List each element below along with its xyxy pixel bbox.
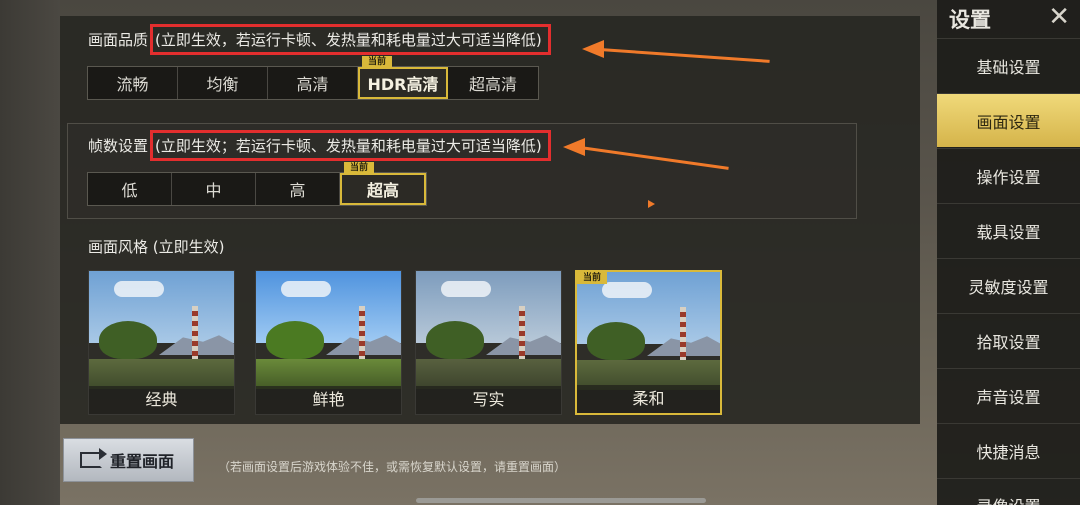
reset-hint: （若画面设置后游戏体验不佳，或需恢复默认设置，请重置画面） xyxy=(218,460,567,474)
preview-cloud xyxy=(602,282,652,298)
style-caption: 写实 xyxy=(416,386,561,414)
quality-label-row: 画面品质 (立即生效，若运行卡顿、发热量和耗电量过大可适当降低) xyxy=(88,24,551,55)
preview-ground xyxy=(416,359,561,389)
style-caption: 鲜艳 xyxy=(256,386,401,414)
current-badge: 当前 xyxy=(577,272,607,284)
sidebar-item-graphics[interactable]: 画面设置 xyxy=(937,93,1080,147)
scroll-indicator[interactable] xyxy=(416,498,706,503)
option-label: 超高 xyxy=(366,181,399,200)
reset-label: 重置画面 xyxy=(110,452,175,471)
settings-sidebar: 设置 ✕ 基础设置 画面设置 操作设置 载具设置 灵敏度设置 拾取设置 声音设置… xyxy=(937,0,1080,505)
option-label: 超高清 xyxy=(468,75,517,94)
sidebar-item-vehicle[interactable]: 载具设置 xyxy=(937,203,1080,257)
annotation-marker xyxy=(648,200,655,208)
style-caption: 经典 xyxy=(89,386,234,414)
option-label: 均衡 xyxy=(206,75,239,94)
option-label: 高清 xyxy=(296,75,329,94)
preview-tower xyxy=(680,307,686,365)
close-icon[interactable]: ✕ xyxy=(1048,2,1070,32)
sidebar-item-label: 灵敏度设置 xyxy=(968,277,1049,297)
style-title: 画面风格 (立即生效) xyxy=(88,238,225,256)
option-label: 高 xyxy=(289,181,306,200)
current-badge: 当前 xyxy=(344,162,374,174)
sidebar-item-sensitivity[interactable]: 灵敏度设置 xyxy=(937,258,1080,312)
style-caption: 柔和 xyxy=(577,385,720,413)
fps-option-medium[interactable]: 中 xyxy=(172,173,256,205)
preview-ground xyxy=(256,359,401,389)
style-option-realistic[interactable]: 写实 xyxy=(415,270,562,415)
fps-title: 帧数设置 xyxy=(88,137,149,155)
sidebar-item-label: 快捷消息 xyxy=(976,442,1041,462)
option-label: HDR高清 xyxy=(367,75,439,94)
sidebar-item-audio[interactable]: 声音设置 xyxy=(937,368,1080,422)
quality-note: (立即生效，若运行卡顿、发热量和耗电量过大可适当降低) xyxy=(150,24,551,55)
sidebar-item-pickup[interactable]: 拾取设置 xyxy=(937,313,1080,367)
preview-tree xyxy=(266,321,324,359)
quality-option-hdr[interactable]: 当前 HDR高清 xyxy=(358,56,448,99)
sidebar-item-controls[interactable]: 操作设置 xyxy=(937,148,1080,202)
style-option-classic[interactable]: 经典 xyxy=(88,270,235,415)
preview-tree xyxy=(587,322,645,360)
sidebar-item-label: 基础设置 xyxy=(976,57,1041,77)
fps-label-row: 帧数设置 (立即生效；若运行卡顿、发热量和耗电量过大可适当降低) xyxy=(88,130,551,161)
preview-ground xyxy=(89,359,234,389)
quality-option-hd[interactable]: 高清 xyxy=(268,67,358,99)
reset-icon xyxy=(80,448,107,468)
style-option-vivid[interactable]: 鲜艳 xyxy=(255,270,402,415)
sidebar-item-label: 画面设置 xyxy=(976,112,1041,132)
sidebar-item-label: 拾取设置 xyxy=(976,332,1041,352)
preview-tree xyxy=(426,321,484,359)
sidebar-item-basic[interactable]: 基础设置 xyxy=(937,38,1080,92)
sidebar-item-label: 录像设置 xyxy=(976,493,1040,505)
quality-title: 画面品质 xyxy=(88,31,149,49)
reset-graphics-button[interactable]: 重置画面 xyxy=(63,438,194,482)
preview-tree xyxy=(99,321,157,359)
preview-cloud xyxy=(114,281,164,297)
fps-option-low[interactable]: 低 xyxy=(88,173,172,205)
quality-option-balanced[interactable]: 均衡 xyxy=(178,67,268,99)
sidebar-item-label: 载具设置 xyxy=(976,222,1041,242)
sidebar-item-label: 操作设置 xyxy=(976,167,1041,187)
sidebar-title: 设置 xyxy=(949,8,991,32)
sidebar-item-quick-chat[interactable]: 快捷消息 xyxy=(937,423,1080,477)
quality-selector: 流畅 均衡 高清 当前 HDR高清 超高清 xyxy=(87,56,539,100)
sidebar-header: 设置 ✕ xyxy=(937,0,1080,38)
option-label: 低 xyxy=(121,181,138,200)
fps-selector: 低 中 高 当前 超高 xyxy=(87,162,427,206)
background-strip xyxy=(0,0,60,505)
option-label: 中 xyxy=(205,181,222,200)
preview-cloud xyxy=(281,281,331,297)
fps-option-high[interactable]: 高 xyxy=(256,173,340,205)
option-label: 流畅 xyxy=(116,75,149,94)
current-badge: 当前 xyxy=(362,56,392,68)
preview-cloud xyxy=(441,281,491,297)
quality-option-smooth[interactable]: 流畅 xyxy=(88,67,178,99)
fps-note: (立即生效；若运行卡顿、发热量和耗电量过大可适当降低) xyxy=(150,130,551,161)
preview-tower xyxy=(192,306,198,364)
style-option-soft[interactable]: 当前 柔和 xyxy=(575,270,722,415)
sidebar-item-label: 声音设置 xyxy=(976,387,1041,407)
quality-option-ultra[interactable]: 超高清 xyxy=(448,67,538,99)
preview-tower xyxy=(519,306,525,364)
fps-option-ultra[interactable]: 当前 超高 xyxy=(340,162,426,205)
preview-tower xyxy=(359,306,365,364)
sidebar-item-replay[interactable]: 录像设置 xyxy=(937,478,1080,505)
